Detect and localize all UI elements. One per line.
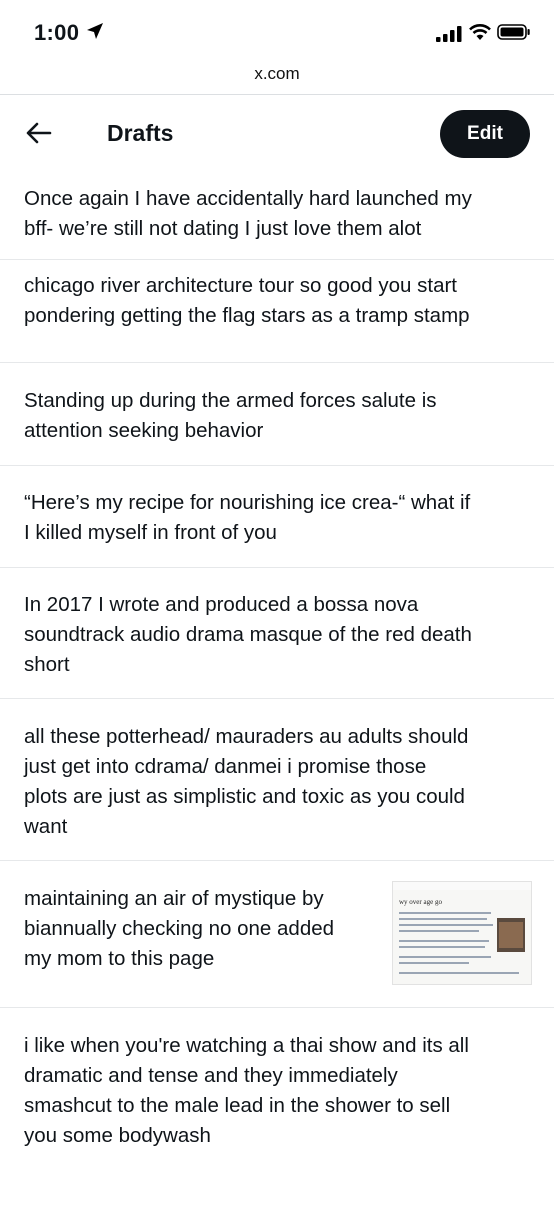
thumbnail-text-line — [399, 940, 489, 942]
draft-item[interactable]: “Here’s my recipe for nourishing ice cre… — [0, 466, 554, 568]
cellular-signal-icon — [436, 26, 462, 42]
draft-line: Once again I have accidentally hard laun… — [24, 187, 472, 210]
thumbnail-text-line — [399, 918, 487, 920]
draft-line: biannually checking no one added — [24, 917, 335, 940]
draft-line: dramatic and tense and they immediately — [24, 1064, 398, 1087]
draft-line: I killed myself in front of you — [24, 521, 277, 544]
draft-line: Standing up during the armed forces salu… — [24, 389, 437, 412]
draft-line: short — [24, 653, 70, 676]
draft-item[interactable]: all these potterhead/ mauraders au adult… — [0, 699, 554, 861]
thumbnail-text-line — [399, 930, 479, 932]
draft-line: chicago river architecture tour so good … — [24, 274, 457, 297]
draft-line: plots are just as simplistic and toxic a… — [24, 785, 465, 808]
draft-line: In 2017 I wrote and produced a bossa nov… — [24, 593, 419, 616]
draft-item[interactable]: Once again I have accidentally hard laun… — [0, 172, 554, 260]
status-bar: 1:00 — [0, 0, 554, 62]
draft-line: attention seeking behavior — [24, 419, 264, 442]
draft-line: i like when you're watching a thai show … — [24, 1034, 469, 1057]
location-arrow-icon — [87, 23, 103, 39]
thumbnail-text-line — [399, 956, 491, 958]
draft-item[interactable]: i like when you're watching a thai show … — [0, 1008, 554, 1208]
status-time: 1:00 — [34, 20, 80, 45]
draft-line: bff- we’re still not dating I just love … — [24, 217, 422, 240]
edit-button[interactable]: Edit — [440, 110, 530, 158]
draft-line: just get into cdrama/ danmei i promise t… — [24, 755, 427, 778]
draft-line: all these potterhead/ mauraders au adult… — [24, 725, 469, 748]
draft-line: want — [24, 815, 68, 838]
draft-line: you some bodywash — [24, 1124, 211, 1147]
draft-item[interactable]: In 2017 I wrote and produced a bossa nov… — [0, 568, 554, 699]
thumbnail-text-line — [399, 912, 491, 914]
draft-line: maintaining an air of mystique by — [24, 887, 324, 910]
thumbnail-browser-bar — [393, 882, 531, 890]
thumbnail-heading: wy over age go — [399, 898, 442, 906]
draft-item[interactable]: Standing up during the armed forces salu… — [0, 363, 554, 466]
thumbnail-text-line — [399, 962, 469, 964]
thumbnail-text-line — [399, 924, 493, 926]
draft-line: pondering getting the flag stars as a tr… — [24, 304, 470, 327]
draft-media-thumbnail[interactable]: wy over age go — [392, 881, 532, 985]
url-text: x.com — [254, 64, 300, 83]
draft-item[interactable]: maintaining an air of mystique by biannu… — [0, 861, 554, 1008]
thumbnail-photo-detail — [499, 922, 523, 948]
drafts-list: Once again I have accidentally hard laun… — [0, 172, 554, 1208]
draft-line: smashcut to the male lead in the shower … — [24, 1094, 451, 1117]
draft-line: my mom to this page — [24, 947, 215, 970]
page-title: Drafts — [107, 120, 174, 146]
draft-line: soundtrack audio drama masque of the red… — [24, 623, 472, 646]
draft-line: “Here’s my recipe for nourishing ice cre… — [24, 491, 471, 514]
browser-url-bar[interactable]: x.com — [0, 58, 554, 95]
arrow-left-icon[interactable] — [26, 122, 52, 144]
draft-item[interactable]: chicago river architecture tour so good … — [0, 260, 554, 363]
drafts-header: Drafts Edit — [0, 96, 554, 174]
thumbnail-text-line — [399, 946, 485, 948]
thumbnail-text-line — [399, 972, 519, 974]
wifi-icon — [469, 24, 491, 40]
battery-icon — [497, 24, 530, 40]
